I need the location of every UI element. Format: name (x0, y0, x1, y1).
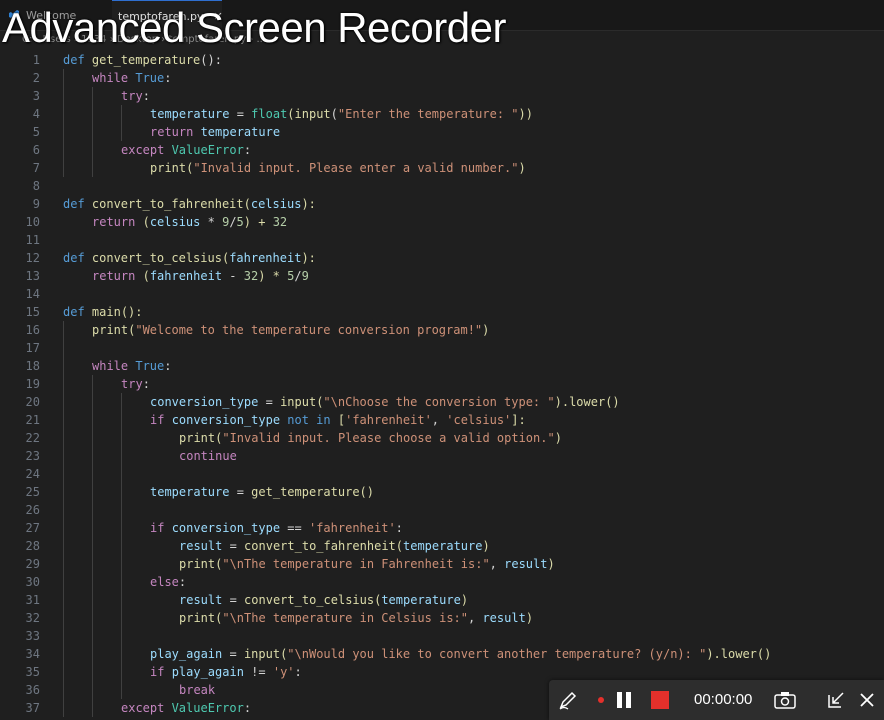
line-number: 24 (25, 467, 40, 481)
code-line: 6 except ValueError: (0, 141, 884, 159)
line-number: 8 (32, 179, 40, 193)
line-number: 2 (32, 71, 40, 85)
code-line: 12 def convert_to_celsius(fahrenheit): (0, 249, 884, 267)
code-line: 9 def convert_to_fahrenheit(celsius): (0, 195, 884, 213)
code-line: 24 (0, 465, 884, 483)
code-line: 30 else: (0, 573, 884, 591)
line-number: 36 (25, 683, 40, 697)
code-line: 22 print("Invalid input. Please choose a … (0, 429, 884, 447)
code-line: 1 def get_temperature(): (0, 51, 884, 69)
line-number: 27 (25, 521, 40, 535)
record-dot-icon (595, 680, 607, 720)
line-number: 32 (25, 611, 40, 625)
code-line: 16 print("Welcome to the temperature conv… (0, 321, 884, 339)
code-line: 27 if conversion_type == 'fahrenheit': (0, 519, 884, 537)
code-line: 10 return (celsius * 9/5) + 32 (0, 213, 884, 231)
line-number: 12 (25, 251, 40, 265)
line-number: 11 (25, 233, 40, 247)
recorder-watermark: Advanced Screen Recorder (2, 4, 506, 51)
line-number: 28 (25, 539, 40, 553)
line-number: 17 (25, 341, 40, 355)
line-number: 18 (25, 359, 40, 373)
code-line: 21 if conversion_type not in ['fahrenheit… (0, 411, 884, 429)
code-line: 31 result = convert_to_celsius(temperatur… (0, 591, 884, 609)
close-icon[interactable] (853, 680, 881, 720)
line-number: 3 (32, 89, 40, 103)
code-line: 3 try: (0, 87, 884, 105)
code-line: 28 result = convert_to_fahrenheit(tempera… (0, 537, 884, 555)
line-number: 19 (25, 377, 40, 391)
code-line: 34 play_again = input("\nWould you like t… (0, 645, 884, 663)
code-line: 35 if play_again != 'y': (0, 663, 884, 681)
code-line: 32 print("\nThe temperature in Celsius is… (0, 609, 884, 627)
line-number: 20 (25, 395, 40, 409)
code-line: 4 temperature = float(input("Enter the te… (0, 105, 884, 123)
line-number: 30 (25, 575, 40, 589)
line-number: 14 (25, 287, 40, 301)
line-number: 33 (25, 629, 40, 643)
code-line: 25 temperature = get_temperature() (0, 483, 884, 501)
line-number: 7 (32, 161, 40, 175)
code-line: 8 (0, 177, 884, 195)
line-number: 15 (25, 305, 40, 319)
code-editor[interactable]: 1 def get_temperature(): 2 while True: 3 tr… (0, 51, 884, 720)
minimize-icon[interactable] (823, 680, 849, 720)
code-line: 13 return (fahrenheit - 32) * 5/9 (0, 267, 884, 285)
code-line: 5 return temperature (0, 123, 884, 141)
recorder-toolbar: 00:00:00 (549, 680, 884, 720)
line-number: 6 (32, 143, 40, 157)
line-number: 35 (25, 665, 40, 679)
line-number: 22 (25, 431, 40, 445)
pause-icon[interactable] (611, 680, 637, 720)
recording-timer: 00:00:00 (694, 691, 753, 708)
line-number: 21 (25, 413, 40, 427)
line-number: 9 (32, 197, 40, 211)
line-number: 16 (25, 323, 40, 337)
code-line: 17 (0, 339, 884, 357)
line-number: 13 (25, 269, 40, 283)
line-number: 1 (32, 53, 40, 67)
pen-icon[interactable] (553, 680, 583, 720)
line-number: 37 (25, 701, 40, 715)
code-line: 11 (0, 231, 884, 249)
line-number: 26 (25, 503, 40, 517)
line-number: 25 (25, 485, 40, 499)
line-number: 34 (25, 647, 40, 661)
code-line: 20 conversion_type = input("\nChoose the … (0, 393, 884, 411)
code-line: 2 while True: (0, 69, 884, 87)
code-line: 7 print("Invalid input. Please enter a va… (0, 159, 884, 177)
code-line: 18 while True: (0, 357, 884, 375)
line-number: 5 (32, 125, 40, 139)
code-line: 26 (0, 501, 884, 519)
line-number: 23 (25, 449, 40, 463)
line-number: 4 (32, 107, 40, 121)
stop-icon[interactable] (647, 680, 673, 720)
line-number: 10 (25, 215, 40, 229)
code-line: 23 continue (0, 447, 884, 465)
code-line: 29 print("\nThe temperature in Fahrenheit… (0, 555, 884, 573)
line-number: 29 (25, 557, 40, 571)
camera-icon[interactable] (771, 680, 799, 720)
code-line: 19 try: (0, 375, 884, 393)
code-line: 15 def main(): (0, 303, 884, 321)
code-line: 14 (0, 285, 884, 303)
code-line: 33 (0, 627, 884, 645)
line-number: 31 (25, 593, 40, 607)
